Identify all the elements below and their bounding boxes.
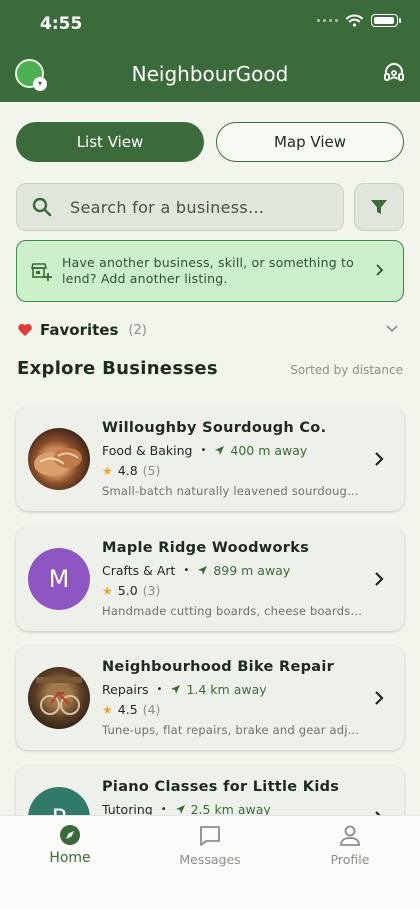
tab-messages[interactable]: Messages (150, 824, 270, 867)
business-card[interactable]: Neighbourhood Bike Repair Repairs • 1.4 … (16, 646, 404, 750)
rating: ★ 5.0 (3) (102, 583, 160, 598)
business-name: Piano Classes for Little Kids (102, 779, 340, 795)
separator-dot: • (160, 804, 167, 815)
favorites-count: (2) (128, 322, 147, 338)
business-category: Food & Baking (102, 443, 193, 458)
star-icon: ★ (102, 583, 113, 598)
battery-icon (371, 14, 401, 27)
business-card[interactable]: Willoughby Sourdough Co. Food & Baking •… (16, 407, 404, 511)
status-icons (317, 14, 401, 27)
app-header: 4:55 ▾ NeighbourGood (0, 0, 420, 102)
app-title: NeighbourGood (131, 62, 289, 86)
business-name: Neighbourhood Bike Repair (102, 659, 335, 675)
review-count: (5) (142, 463, 161, 478)
person-icon (340, 825, 360, 846)
star-icon: ★ (102, 463, 113, 478)
rating: ★ 4.8 (5) (102, 463, 160, 478)
navigation-arrow-icon (215, 446, 225, 455)
review-count: (4) (142, 702, 161, 717)
chevron-right-icon (376, 264, 384, 276)
heart-icon (18, 324, 32, 336)
message-icon (200, 826, 220, 846)
add-business-icon (30, 263, 52, 281)
tab-home[interactable]: Home (10, 824, 130, 866)
rating: ★ 4.5 (4) (102, 702, 160, 717)
distance-text: 1.4 km away (186, 682, 267, 697)
wifi-icon (346, 14, 363, 27)
business-photo (28, 667, 90, 729)
navigation-arrow-icon (171, 685, 181, 694)
tab-profile-label: Profile (330, 852, 370, 867)
distance-text: 400 m away (230, 443, 308, 458)
distance-text: 899 m away (213, 563, 291, 578)
separator-dot: • (156, 684, 163, 695)
review-count: (3) (142, 583, 161, 598)
navigation-arrow-icon (175, 805, 185, 814)
list-view-button[interactable]: List View (16, 122, 204, 162)
compass-icon (60, 825, 80, 845)
favorites-label: Favorites (40, 321, 119, 339)
bottom-nav: Home Messages Profile (0, 815, 420, 909)
business-card[interactable]: M Maple Ridge Woodworks Crafts & Art • 8… (16, 527, 404, 631)
separator-dot: • (200, 445, 207, 456)
chevron-right-icon (375, 452, 384, 466)
separator-dot: • (183, 565, 190, 576)
map-view-button[interactable]: Map View (216, 122, 404, 162)
business-meta: Repairs • 1.4 km away (102, 682, 267, 697)
rating-value: 4.8 (117, 463, 138, 478)
signal-icon (317, 19, 338, 22)
search-placeholder: Search for a business... (70, 197, 265, 217)
bread-image (34, 448, 82, 476)
support-headset-icon[interactable] (382, 61, 406, 85)
tab-home-label: Home (49, 850, 91, 866)
tab-profile[interactable]: Profile (290, 824, 410, 867)
distance: 1.4 km away (170, 682, 267, 697)
search-icon (32, 197, 52, 217)
business-name: Willoughby Sourdough Co. (102, 420, 327, 436)
star-icon: ★ (102, 702, 113, 717)
business-description: Handmade cutting boards, cheese boards a… (102, 604, 364, 618)
rating-value: 5.0 (117, 583, 138, 598)
business-name: Maple Ridge Woodworks (102, 540, 310, 556)
distance: 400 m away (214, 443, 307, 458)
business-description: Small-batch naturally leavened sourdough… (102, 484, 364, 498)
sort-note: Sorted by distance (290, 363, 403, 377)
business-meta: Food & Baking • 400 m away (102, 443, 307, 458)
bike-shop-image (36, 677, 82, 715)
rating-value: 4.5 (117, 702, 138, 717)
business-avatar-letter: M (28, 548, 90, 610)
business-description: Tune-ups, flat repairs, brake and gear a… (102, 723, 364, 737)
banner-text: Have another business, skill, or somethi… (62, 255, 354, 286)
chevron-down-icon (386, 325, 398, 333)
search-input[interactable]: Search for a business... (16, 183, 344, 231)
business-photo (28, 428, 90, 490)
filter-icon (371, 200, 387, 214)
chevron-right-icon (375, 572, 384, 586)
add-listing-banner[interactable]: Have another business, skill, or somethi… (16, 240, 404, 302)
business-category: Crafts & Art (102, 563, 176, 578)
business-category: Repairs (102, 682, 149, 697)
distance: 899 m away (197, 563, 290, 578)
navigation-arrow-icon (198, 566, 208, 575)
chevron-right-icon (375, 691, 384, 705)
tab-messages-label: Messages (179, 852, 241, 867)
business-meta: Crafts & Art • 899 m away (102, 563, 290, 578)
section-title: Explore Businesses (17, 358, 218, 379)
filter-button[interactable] (354, 183, 404, 231)
status-time: 4:55 (40, 14, 83, 34)
favorites-toggle[interactable]: Favorites (2) (17, 319, 403, 341)
